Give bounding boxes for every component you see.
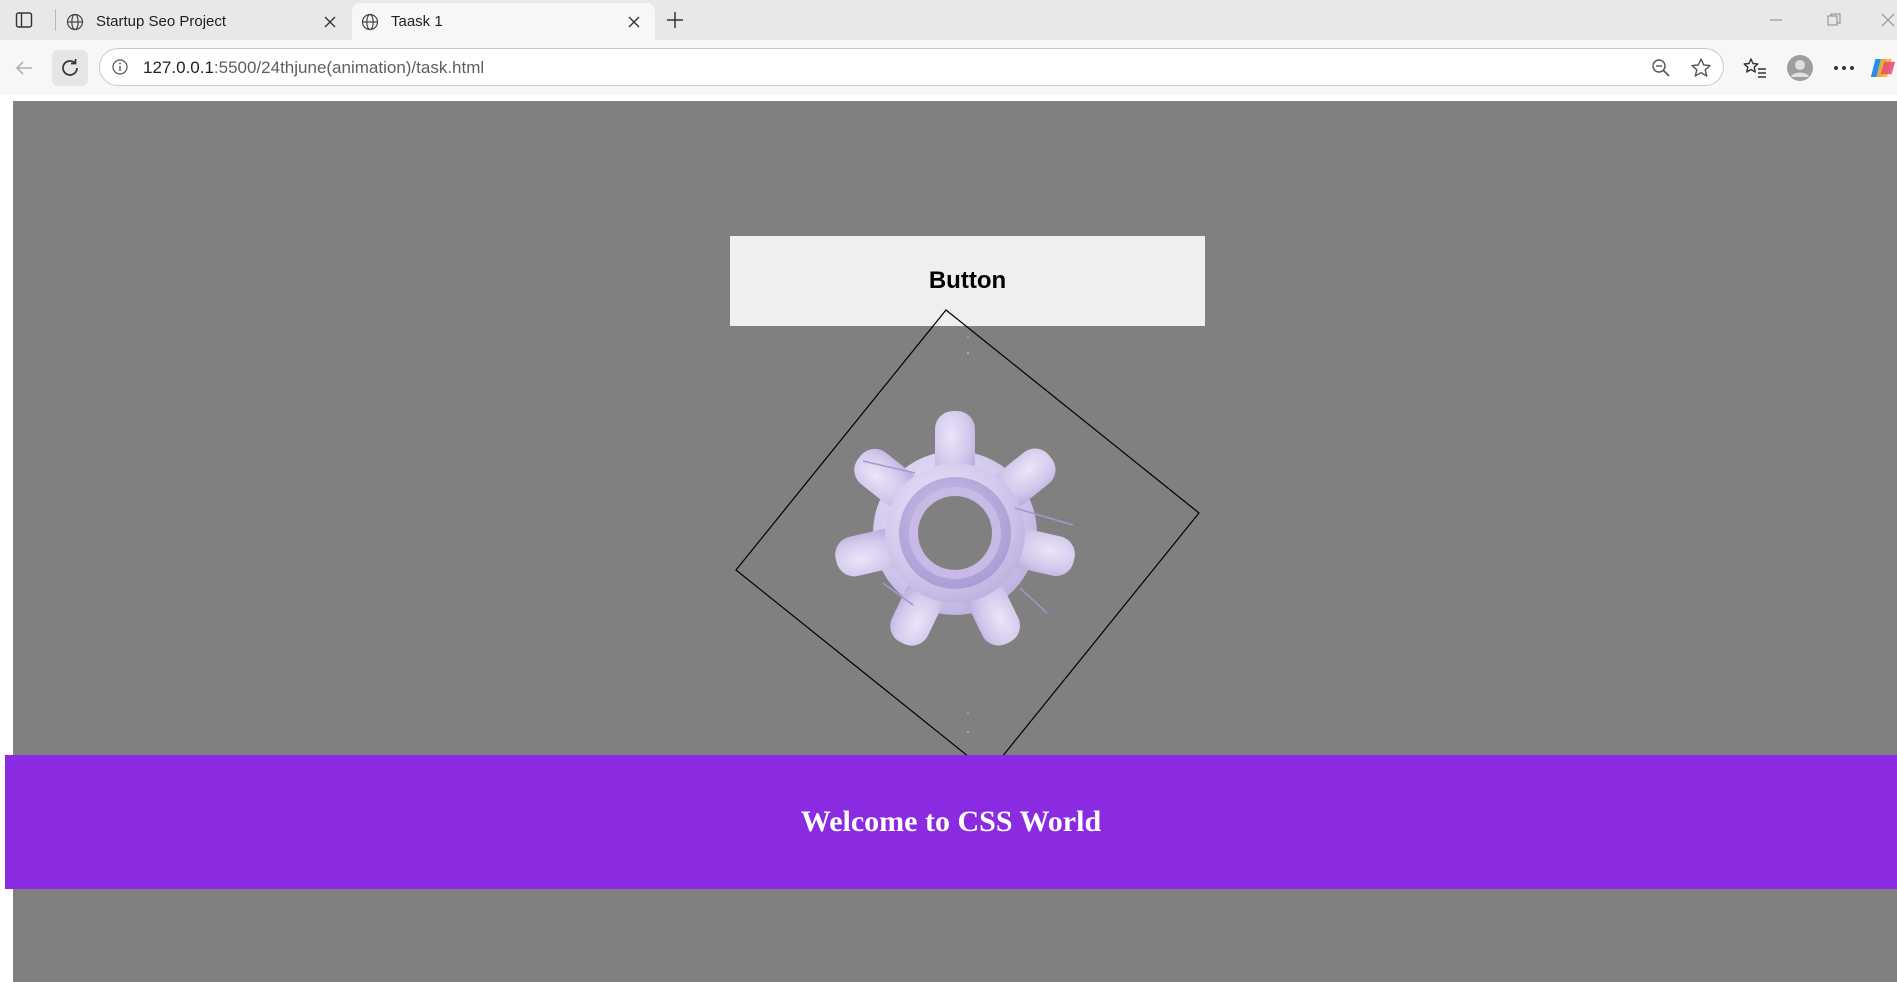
star-icon[interactable] bbox=[1690, 57, 1712, 79]
url-path: :5500/24thjune(animation)/task.html bbox=[213, 58, 485, 77]
tab-strip: Startup Seo Project Taask 1 bbox=[0, 0, 1897, 40]
arrow-left-icon[interactable] bbox=[6, 50, 42, 86]
avatar-icon[interactable] bbox=[1782, 50, 1818, 86]
url-text: 127.0.0.1:5500/24thjune(animation)/task.… bbox=[143, 58, 484, 78]
globe-icon bbox=[64, 11, 86, 33]
page-button[interactable]: Button bbox=[730, 236, 1205, 326]
close-icon[interactable] bbox=[623, 11, 645, 33]
favorites-icon[interactable] bbox=[1737, 50, 1773, 86]
tab-title: Startup Seo Project bbox=[96, 13, 227, 30]
gear-icon bbox=[835, 411, 1075, 646]
url-host: 127.0.0.1 bbox=[143, 58, 214, 77]
tab-title: Taask 1 bbox=[391, 13, 443, 30]
restore-icon[interactable] bbox=[1822, 8, 1846, 32]
tab-taask-1[interactable]: Taask 1 bbox=[352, 3, 655, 40]
browser-toolbar: 127.0.0.1:5500/24thjune(animation)/task.… bbox=[0, 40, 1897, 95]
page-viewport: Button Welcome to CSS World bbox=[0, 95, 1897, 982]
tab-actions-icon[interactable] bbox=[12, 8, 36, 32]
copilot-icon[interactable] bbox=[1870, 50, 1897, 86]
globe-icon bbox=[359, 11, 381, 33]
zoom-out-icon[interactable] bbox=[1650, 57, 1672, 79]
tab-separator bbox=[55, 9, 56, 31]
plus-icon[interactable] bbox=[663, 8, 687, 32]
window-close-icon[interactable] bbox=[1876, 8, 1897, 32]
info-icon[interactable] bbox=[110, 57, 130, 77]
tab-startup-seo-project[interactable]: Startup Seo Project bbox=[57, 3, 351, 40]
more-icon[interactable] bbox=[1826, 50, 1862, 86]
welcome-banner: Welcome to CSS World bbox=[5, 755, 1897, 889]
close-icon[interactable] bbox=[319, 11, 341, 33]
welcome-heading: Welcome to CSS World bbox=[800, 805, 1102, 838]
minimize-icon[interactable] bbox=[1764, 8, 1788, 32]
address-bar[interactable]: 127.0.0.1:5500/24thjune(animation)/task.… bbox=[99, 48, 1724, 86]
reload-icon[interactable] bbox=[52, 50, 88, 86]
